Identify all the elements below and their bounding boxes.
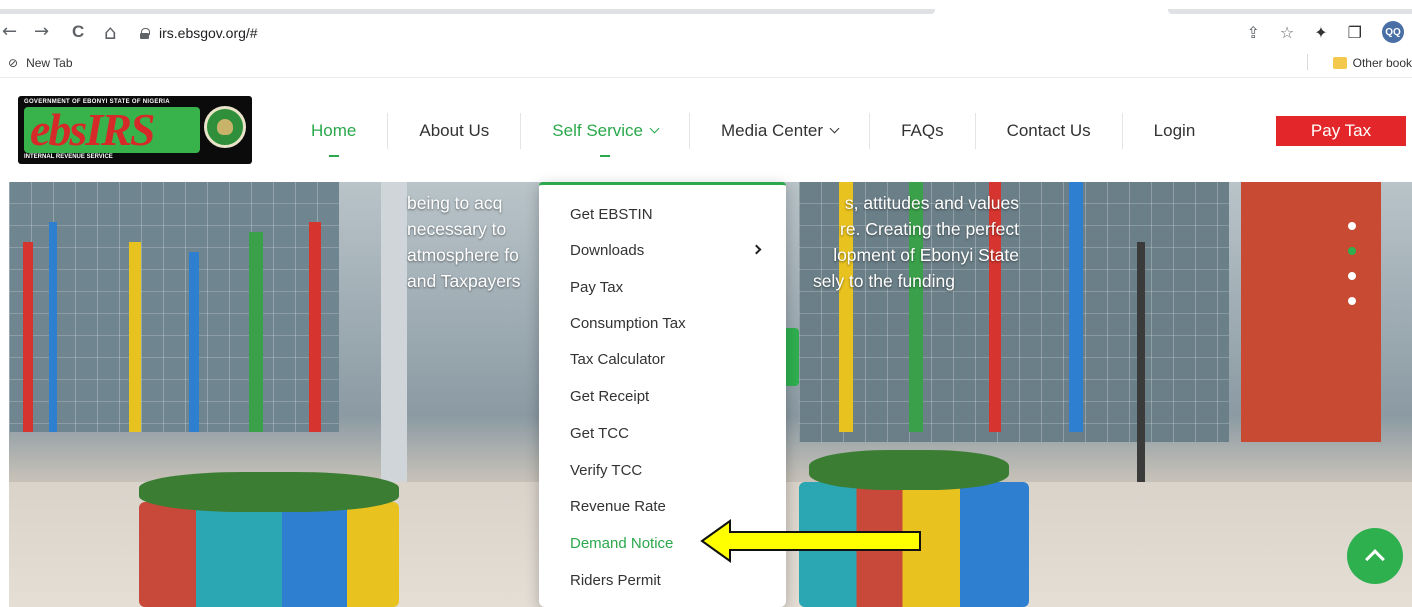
share-icon[interactable]: ⇪ [1247,23,1260,42]
coat-of-arms-icon [204,106,246,148]
chevron-up-icon [1365,549,1385,569]
hero-pillar [309,222,321,432]
slider-dots [1348,222,1356,305]
nav-contact-label: Contact Us [1006,120,1091,140]
forward-icon[interactable]: → [34,22,49,42]
chevron-right-icon [751,244,762,255]
dropdown-item-demand-notice[interactable]: Demand Notice [570,535,673,552]
dropdown-item-get-ebstin[interactable]: Get EBSTIN [570,206,653,223]
nav-about-label: About Us [419,120,490,140]
dropdown-item-verify-tcc[interactable]: Verify TCC [570,462,642,479]
dropdown-item-get-tcc[interactable]: Get TCC [570,425,629,442]
bookmark-separator [1307,54,1308,70]
hero-column [381,182,407,482]
bookmark-other[interactable]: Other book [1332,56,1412,70]
tab-strip-right [1168,9,1412,14]
chevron-down-icon [829,123,840,134]
hero-line-2a: necessary to [407,219,507,239]
lock-icon[interactable] [140,27,150,39]
hero-planter [139,502,399,607]
tab-strip-left [0,9,935,14]
hero-line-1a: being to acq [407,193,503,213]
nav-faqs[interactable]: FAQs [869,112,975,149]
hero-line-3a: atmosphere fo [407,245,519,265]
hero-line-1b: s, attitudes and values [844,193,1019,213]
nav-home-label: Home [311,120,357,140]
dropdown-item-consumption-tax[interactable]: Consumption Tax [570,315,686,332]
slider-dot[interactable] [1348,272,1356,280]
tab-strip [0,9,1412,14]
hero-building-right [1241,182,1381,442]
dropdown-item-revenue-rate[interactable]: Revenue Rate [570,498,666,515]
hero-building-left [9,182,339,432]
reload-icon[interactable]: C [72,22,84,42]
nav-self-service[interactable]: Self Service [520,112,689,157]
hero-line-3b: lopment of Ebonyi State [833,245,1019,265]
dropdown-item-tax-calculator[interactable]: Tax Calculator [570,351,665,368]
dropdown-item-get-receipt[interactable]: Get Receipt [570,388,649,405]
hero-pillar [129,242,141,432]
hero-shrubs [809,450,1009,490]
dropdown-item-downloads-label: Downloads [570,242,645,259]
slider-dot[interactable] [1348,297,1356,305]
site-header: GOVERNMENT OF EBONYI STATE OF NIGERIA eb… [0,79,1412,182]
hero-lamp-post [1137,242,1145,502]
back-icon[interactable]: ← [2,22,17,42]
pay-tax-button[interactable]: Pay Tax [1276,116,1406,146]
hero-line-2b: re. Creating the perfect [840,219,1019,239]
chevron-down-icon [649,123,660,134]
nav-about-us[interactable]: About Us [387,112,520,149]
new-tab-icon: ⊘ [8,56,19,70]
hero-line-4b: sely to the funding [812,271,955,291]
nav-login[interactable]: Login [1121,112,1227,149]
bookmark-other-label: Other book [1352,56,1412,70]
profile-avatar[interactable]: QQ [1382,21,1404,43]
hero-pillar [249,232,263,432]
address-bar[interactable]: irs.ebsgov.org/# [140,20,1240,46]
star-icon[interactable]: ☆ [1280,23,1294,42]
browser-toolbar: ← → C ⌂ irs.ebsgov.org/# ⇪ ☆ ✦ ❐ QQ [0,0,1412,48]
pay-tax-label: Pay Tax [1310,121,1372,140]
nav-faqs-label: FAQs [901,120,944,140]
hero-pillar [23,242,33,432]
logo-agency-line: INTERNAL REVENUE SERVICE [24,154,113,160]
scroll-to-top-button[interactable] [1347,528,1403,584]
logo-wordmark-box: ebsIRS [24,104,200,155]
slider-dot-active[interactable] [1348,247,1356,255]
extensions-icon[interactable]: ✦ [1314,23,1327,42]
ebsirs-logo[interactable]: GOVERNMENT OF EBONYI STATE OF NIGERIA eb… [18,96,252,164]
bookmarks-bar: ⊘ New Tab Other book [0,48,1412,78]
nav-media-label: Media Center [721,120,824,140]
dropdown-item-downloads[interactable]: Downloads [570,242,762,259]
nav-login-label: Login [1153,120,1196,140]
nav-self-service-label: Self Service [552,120,643,140]
nav-home[interactable]: Home [280,113,387,157]
bookmark-new-tab[interactable]: ⊘ New Tab [8,56,73,70]
hero-pillar [49,222,57,432]
url-text[interactable]: irs.ebsgov.org/# [159,25,258,41]
nav-media-center[interactable]: Media Center [689,112,869,149]
hero-pillar [189,252,199,432]
toolbar-actions: ⇪ ☆ ✦ ❐ QQ [1247,21,1404,43]
logo-wordmark: ebsIRS [30,104,155,155]
dropdown-item-riders-permit[interactable]: Riders Permit [570,572,661,589]
hero-shrubs [139,472,399,512]
hero-line-4a: and Taxpayers [407,271,521,291]
annotation-arrow-shape [700,519,921,563]
folder-icon [1332,57,1347,69]
dropdown-item-pay-tax[interactable]: Pay Tax [570,279,623,296]
slider-dot[interactable] [1348,222,1356,230]
hero-pillar [1069,182,1083,432]
side-panel-icon[interactable]: ❐ [1348,23,1362,42]
main-navigation: Home About Us Self Service Media Center … [280,79,1226,182]
nav-contact-us[interactable]: Contact Us [974,112,1122,149]
home-icon[interactable]: ⌂ [104,22,117,42]
annotation-arrow-icon [700,519,921,563]
bookmark-new-tab-label: New Tab [26,56,73,70]
